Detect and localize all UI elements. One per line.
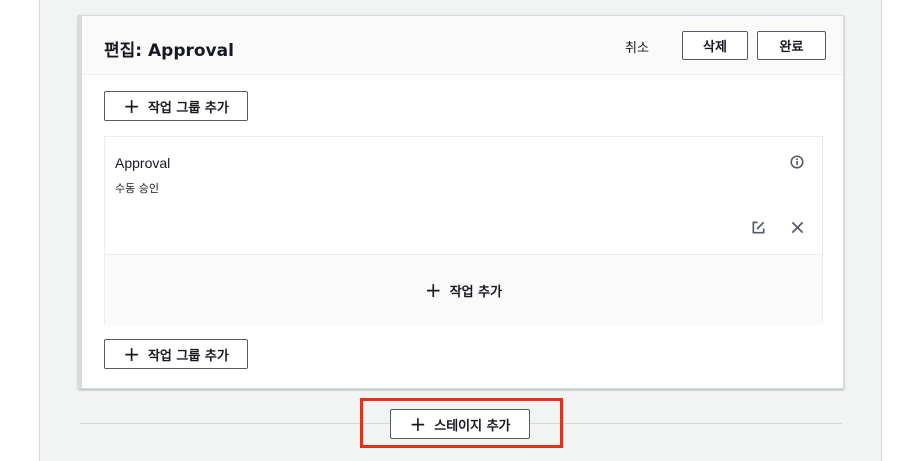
add-action-group-label: 작업 그룹 추가	[147, 348, 229, 364]
add-action-group-button-bottom[interactable]: + 작업 그룹 추가	[104, 339, 248, 369]
add-action-label: 작업 추가	[449, 284, 503, 300]
add-action-group-label: 작업 그룹 추가	[147, 100, 229, 116]
cancel-button[interactable]: 취소	[625, 37, 649, 56]
delete-button[interactable]: 삭제	[682, 31, 748, 60]
add-action-group-button-top[interactable]: + 작업 그룹 추가	[104, 91, 248, 121]
panel-header: 편집: Approval 취소 삭제 완료	[82, 16, 843, 75]
stage-divider-left	[80, 423, 390, 424]
done-button-label: 완료	[779, 40, 804, 55]
close-icon[interactable]	[790, 220, 805, 235]
done-button[interactable]: 완료	[757, 31, 826, 60]
action-name: Approval	[115, 155, 171, 171]
stage-edit-panel: 편집: Approval 취소 삭제 완료 + 작업 그룹 추가 Approva…	[78, 15, 844, 389]
plus-icon: +	[123, 342, 140, 366]
info-icon[interactable]	[790, 155, 804, 169]
stage-divider-right	[530, 423, 842, 424]
plus-icon: +	[123, 94, 140, 118]
action-group-card: Approval 수동 승인 + 작업 추가	[104, 136, 823, 325]
action-type: 수동 승인	[115, 182, 159, 195]
plus-icon: +	[424, 278, 442, 302]
edit-icon[interactable]	[751, 220, 766, 235]
delete-button-label: 삭제	[703, 40, 727, 55]
page-title: 편집: Approval	[104, 41, 234, 61]
highlight-box	[360, 398, 563, 448]
add-action-button[interactable]: + 작업 추가	[105, 254, 822, 325]
